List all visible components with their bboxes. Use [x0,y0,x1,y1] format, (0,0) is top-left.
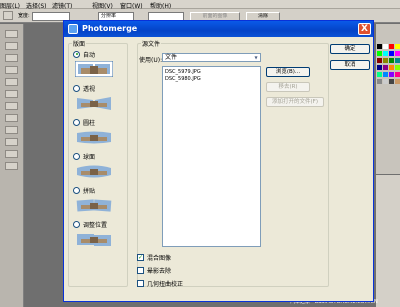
dialog-title: Photomerge [82,24,138,33]
swatch[interactable] [383,72,388,77]
swatch[interactable] [395,58,400,63]
file-list[interactable]: DSC_5979.JPG DSC_5980.JPG [162,66,261,247]
swatch[interactable] [389,79,394,84]
layout-option-label: 拼贴 [83,187,96,195]
cancel-button[interactable]: 取消 [330,60,370,70]
layout-thumbnail-perspective[interactable] [75,95,113,111]
move-tool-icon[interactable] [5,30,18,38]
photoshop-app-icon [68,24,78,34]
app-menubar: 图层(L) 选择(S) 滤镜(T) 视图(V) 窗口(W) 帮助(H) [0,0,400,10]
layout-legend: 版面 [72,39,87,48]
radio-auto[interactable] [73,50,80,58]
radio-collage[interactable] [73,186,80,194]
layout-option-label: 球面 [83,153,96,161]
lasso-tool-icon[interactable] [5,54,18,62]
swatch[interactable] [395,65,400,70]
swatch[interactable] [389,65,394,70]
chevron-down-icon[interactable]: ▼ [252,54,260,61]
checkbox-label: 混合图像 [147,254,172,262]
swatch[interactable] [395,79,400,84]
layout-option-label: 透视 [83,85,96,93]
list-item[interactable]: DSC_5980.JPG [165,76,201,82]
swatch[interactable] [389,72,394,77]
toolbox [0,24,24,307]
brush-tool-icon[interactable] [5,78,18,86]
swatch[interactable] [377,58,382,63]
swatch[interactable] [383,44,388,49]
swatch[interactable] [389,44,394,49]
swatch[interactable] [377,44,382,49]
eraser-tool-icon[interactable] [5,102,18,110]
layout-option-label: 调整位置 [83,221,108,229]
swatch[interactable] [389,58,394,63]
layout-option-perspective[interactable]: 透视 [73,84,96,93]
radio-reposition[interactable] [73,220,80,228]
width-label: 宽度: [18,13,30,19]
swatch[interactable] [377,51,382,56]
add-open-files-button[interactable]: 添加打开的文件(F) [266,97,324,107]
checkbox-label: 几何扭曲校正 [147,280,184,288]
swatch[interactable] [383,65,388,70]
swatch[interactable] [395,72,400,77]
radio-perspective[interactable] [73,84,80,92]
use-select[interactable]: 文件 [162,53,261,62]
layout-option-cylindrical[interactable]: 圆柱 [73,118,96,127]
radio-cylindrical[interactable] [73,118,80,126]
layout-option-spherical[interactable]: 球面 [73,152,96,161]
use-label: 使用(U): [139,57,163,64]
remove-button[interactable]: 移去(R) [266,82,310,92]
swatch[interactable] [383,79,388,84]
layout-option-label: 圆柱 [83,119,96,127]
marquee-tool-icon[interactable] [5,42,18,50]
layout-thumbnail-auto[interactable] [75,61,113,77]
gradient-tool-icon[interactable] [5,114,18,122]
pen-tool-icon[interactable] [5,138,18,146]
dialog-titlebar[interactable]: Photomerge X [64,21,373,37]
blend-images-checkbox[interactable]: ✓ [137,253,144,261]
swatches-panel [376,24,400,174]
swatch[interactable] [395,51,400,56]
layout-option-label: 自动 [83,51,96,59]
distortion-correction-option[interactable]: 几何扭曲校正 [137,279,184,288]
swatch[interactable] [383,51,388,56]
layers-panel [376,175,400,307]
distortion-correction-checkbox[interactable] [137,279,144,287]
swatch[interactable] [383,58,388,63]
checkbox-label: 晕影去除 [147,267,172,275]
browse-button[interactable]: 浏览(B)... [266,67,310,77]
ok-button[interactable]: 确定 [330,44,370,54]
swatch[interactable] [377,72,382,77]
close-button[interactable]: X [358,23,371,35]
layout-option-reposition[interactable]: 调整位置 [73,220,108,229]
vignette-removal-option[interactable]: 晕影去除 [137,266,172,275]
source-files-legend: 源文件 [141,39,162,48]
photomerge-dialog: Photomerge X 版面 自动 透视 圆柱 球面 拼贴 调整位置 源文件 … [63,20,374,302]
stamp-tool-icon[interactable] [5,90,18,98]
type-tool-icon[interactable] [5,150,18,158]
layout-option-auto[interactable]: 自动 [73,50,96,59]
swatch[interactable] [389,51,394,56]
blend-images-option[interactable]: ✓ 混合图像 [137,253,172,262]
layout-option-collage[interactable]: 拼贴 [73,186,96,195]
layout-thumbnail-cylindrical[interactable] [75,129,113,145]
layout-thumbnail-spherical[interactable] [75,163,113,179]
list-item[interactable]: DSC_5979.JPG [165,69,201,75]
swatch[interactable] [377,79,382,84]
crop-tool-icon[interactable] [5,66,18,74]
layout-thumbnail-collage[interactable] [75,197,113,213]
swatch[interactable] [377,65,382,70]
radio-spherical[interactable] [73,152,80,160]
hand-tool-icon[interactable] [5,162,18,170]
use-select-value: 文件 [165,54,178,61]
dodge-tool-icon[interactable] [5,126,18,134]
layout-thumbnail-reposition[interactable] [75,231,113,247]
tool-preset-icon[interactable] [3,11,13,20]
swatch[interactable] [395,44,400,49]
vignette-removal-checkbox[interactable] [137,266,144,274]
